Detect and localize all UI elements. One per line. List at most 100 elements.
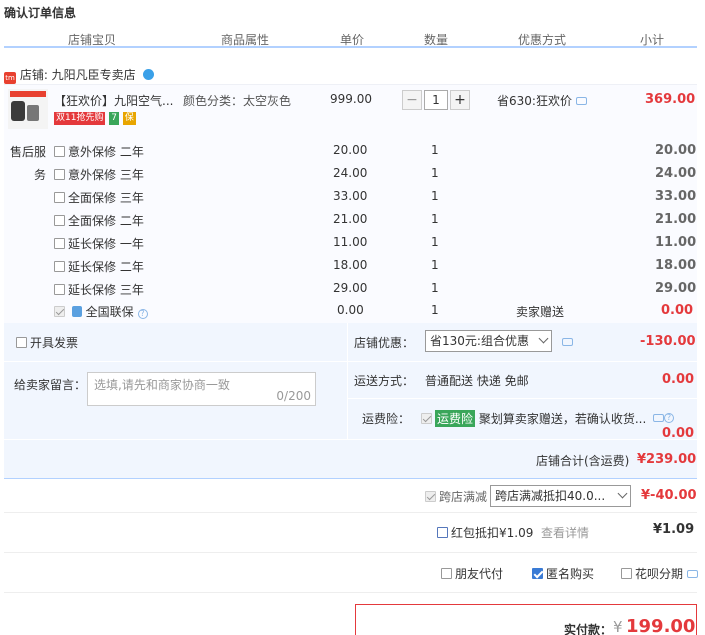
gift-discount: 卖家赠送 — [516, 305, 565, 319]
seven-day-return-icon: 7 — [109, 112, 120, 125]
shop-discount-select[interactable]: 省130元:组合优惠 — [425, 330, 552, 352]
page-title: 确认订单信息 — [4, 6, 77, 20]
cross-store-label: 跨店满减 — [439, 490, 488, 504]
col-shop-item: 店铺宝贝 — [68, 33, 117, 47]
service-name: 延长保修 三年 — [68, 283, 144, 297]
service-checkbox[interactable] — [54, 284, 65, 295]
red-packet-label: 红包抵扣¥1.09 — [451, 526, 534, 540]
service-price: 33.00 — [333, 189, 368, 203]
red-packet-checkbox[interactable] — [437, 527, 448, 538]
quantity-input[interactable]: 1 — [424, 90, 448, 110]
shop-name[interactable]: 店铺: 九阳凡臣专卖店 — [20, 68, 136, 82]
service-subtotal: 11.00 — [655, 235, 697, 250]
service-row: 延长保修 一年 — [54, 235, 144, 253]
service-row: 全面保修 三年 — [54, 189, 144, 207]
service-qty: 1 — [431, 281, 439, 295]
product-subtotal: 369.00 — [645, 92, 696, 107]
col-price: 单价 — [340, 33, 365, 47]
product-discount: 省630:狂欢价 — [497, 92, 587, 109]
invoice-option[interactable]: 开具发票 — [16, 334, 78, 351]
comment-icon[interactable] — [575, 97, 587, 105]
anonymous-label: 匿名购买 — [546, 567, 595, 581]
product-title[interactable]: 【狂欢价】九阳空气... — [54, 92, 173, 109]
insurance-amount: 0.00 — [662, 426, 695, 441]
view-details-link[interactable]: 查看详情 — [541, 524, 589, 541]
help-icon[interactable]: ? — [137, 309, 148, 319]
service-price: 20.00 — [333, 143, 368, 157]
shop-discount-label: 店铺优惠： — [354, 336, 415, 350]
service-checkbox[interactable] — [54, 169, 65, 180]
product-tags: 双11抢先购 7 保 — [54, 112, 136, 126]
friend-pay-checkbox[interactable] — [441, 568, 452, 579]
help-icon[interactable]: ? — [664, 413, 674, 423]
gift-price: 0.00 — [337, 303, 364, 317]
service-qty: 1 — [431, 166, 439, 180]
quantity-stepper: − 1 + — [402, 90, 470, 110]
red-packet-option[interactable]: 红包抵扣¥1.09 — [437, 524, 533, 541]
discount-text: 省630:狂欢价 — [497, 94, 572, 108]
shipping-label: 运送方式： — [354, 374, 415, 388]
message-placeholder: 选填,请先和商家协商一致 — [94, 378, 230, 392]
final-total-box: 实付款： ¥ 199.00 — [355, 604, 697, 635]
col-subtotal: 小计 — [640, 33, 665, 47]
comment-icon[interactable] — [562, 338, 573, 346]
service-subtotal: 24.00 — [655, 166, 697, 181]
message-label: 给卖家留言： — [14, 378, 87, 392]
double11-tag: 双11抢先购 — [54, 112, 106, 125]
cross-store-option: 跨店满减 — [425, 488, 487, 505]
service-checkbox[interactable] — [54, 146, 65, 157]
friend-pay-option[interactable]: 朋友代付 — [441, 565, 503, 582]
service-label-cont: 务 — [34, 168, 47, 182]
anonymous-option[interactable]: 匿名购买 — [532, 565, 594, 582]
service-row: 意外保修 二年 — [54, 143, 144, 161]
cross-store-select[interactable]: 跨店满减抵扣40.0... — [490, 485, 631, 507]
service-checkbox[interactable] — [54, 192, 65, 203]
service-qty: 1 — [431, 189, 439, 203]
service-row: 全面保修 二年 — [54, 212, 144, 230]
shop-discount-amount: -130.00 — [640, 334, 696, 349]
shipping-amount: 0.00 — [662, 372, 695, 387]
service-name: 全面保修 三年 — [68, 191, 144, 205]
table-header: 店铺宝贝 商品属性 单价 数量 优惠方式 小计 — [4, 30, 697, 48]
cross-store-value: 跨店满减抵扣40.0... — [495, 489, 606, 503]
service-subtotal: 33.00 — [655, 189, 697, 204]
service-checkbox[interactable] — [54, 215, 65, 226]
service-subtotal: 29.00 — [655, 281, 697, 296]
tmall-icon: tm — [4, 72, 16, 84]
service-qty: 1 — [431, 143, 439, 157]
invoice-checkbox[interactable] — [16, 337, 27, 348]
anonymous-checkbox[interactable] — [532, 568, 543, 579]
service-name: 全面保修 二年 — [68, 214, 144, 228]
final-amount: 199.00 — [626, 616, 696, 635]
product-attribute: 颜色分类：太空灰色 — [183, 94, 292, 108]
qty-plus-button[interactable]: + — [450, 90, 470, 110]
comment-icon[interactable] — [686, 570, 698, 578]
service-name: 意外保修 二年 — [68, 145, 144, 159]
huabei-checkbox[interactable] — [621, 568, 632, 579]
message-counter: 0/200 — [276, 389, 311, 403]
shield-icon — [71, 306, 82, 317]
chat-icon[interactable] — [142, 69, 154, 80]
insurance-label: 运费险： — [362, 412, 411, 426]
service-price: 24.00 — [333, 166, 368, 180]
service-qty: 1 — [431, 235, 439, 249]
shipping-value: 普通配送 快递 免邮 — [425, 374, 529, 388]
service-name: 意外保修 三年 — [68, 168, 144, 182]
service-label: 售后服 — [10, 145, 47, 159]
insurance-row: 运费险 聚划算卖家赠送，若确认收货... — [421, 410, 646, 427]
comment-icon[interactable] — [653, 414, 664, 422]
qty-minus-button[interactable]: − — [402, 90, 422, 110]
service-checkbox[interactable] — [54, 261, 65, 272]
huabei-label: 花呗分期 — [635, 567, 684, 581]
service-row: 意外保修 三年 — [54, 166, 144, 184]
shop-total-label: 店铺合计(含运费) — [536, 454, 630, 468]
service-row: 延长保修 二年 — [54, 258, 144, 276]
service-checkbox[interactable] — [54, 238, 65, 249]
huabei-option[interactable]: 花呗分期 — [621, 565, 698, 582]
shop-row: tm 店铺: 九阳凡臣专卖店 — [4, 66, 154, 84]
gift-qty: 1 — [431, 303, 439, 317]
message-input[interactable]: 选填,请先和商家协商一致 0/200 — [87, 372, 316, 406]
service-gift-row: 全国联保 ? — [54, 303, 148, 321]
col-quantity: 数量 — [424, 33, 449, 47]
product-thumbnail[interactable] — [8, 89, 48, 129]
